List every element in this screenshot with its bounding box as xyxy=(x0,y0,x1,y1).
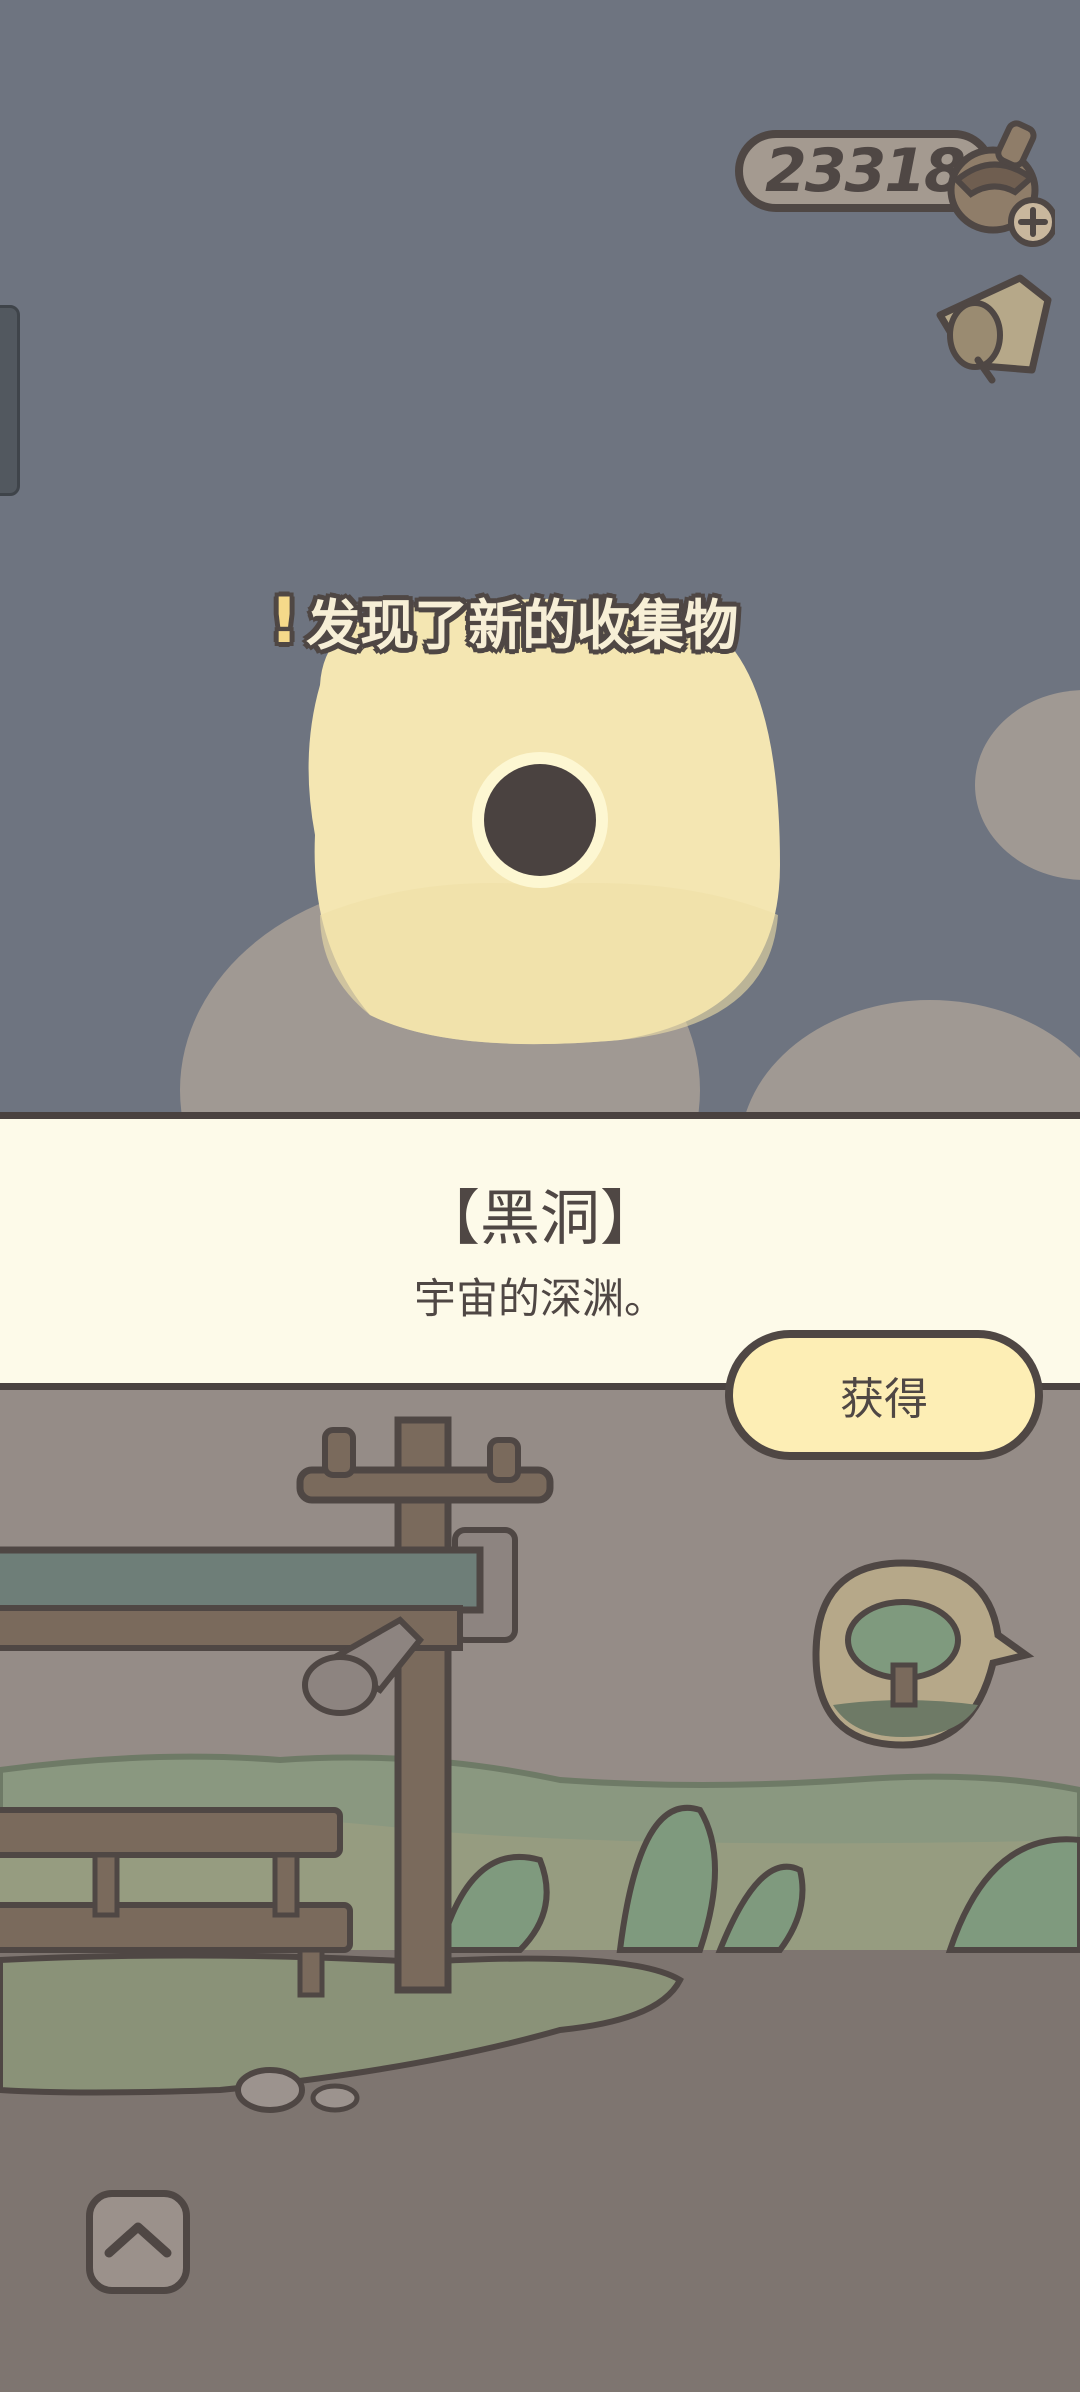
side-drawer-tab[interactable] xyxy=(0,305,20,496)
obtain-label: 获得 xyxy=(840,1374,928,1425)
obtain-button[interactable]: 获得 xyxy=(725,1330,1043,1460)
scroll-up-button[interactable] xyxy=(86,2190,190,2294)
chevron-up-icon xyxy=(104,2222,172,2258)
exclamation-icon: ! xyxy=(270,583,299,657)
megaphone-icon[interactable] xyxy=(930,270,1060,390)
tree-icon[interactable] xyxy=(808,1555,1038,1755)
acorn-icon[interactable] xyxy=(945,120,1055,250)
discovery-banner: ! 发现了新的收集物 xyxy=(270,580,738,660)
cloud xyxy=(740,1000,1080,1112)
discovery-text: 发现了新的收集物 xyxy=(306,593,739,657)
item-description: 宇宙的深渊。 xyxy=(413,1274,666,1323)
cloud xyxy=(975,690,1080,880)
item-name: 【黑洞】 xyxy=(420,1184,660,1254)
